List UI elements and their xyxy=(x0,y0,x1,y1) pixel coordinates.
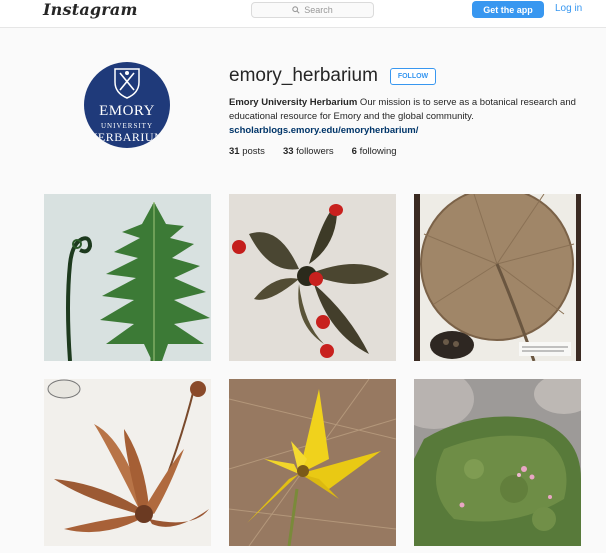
shield-crest-icon xyxy=(114,68,140,99)
pitcher-plant-specimen-photo xyxy=(44,379,211,546)
follow-button[interactable]: FOLLOW xyxy=(390,68,436,85)
post-tile-yellow-lily[interactable] xyxy=(229,379,396,546)
instagram-logo[interactable]: Instagram xyxy=(43,0,138,19)
post-tile-seed-pod[interactable] xyxy=(229,194,396,361)
followers-count[interactable]: 33 followers xyxy=(283,146,334,157)
moss-on-rock-photo xyxy=(414,379,581,546)
post-tile-moss-rock[interactable] xyxy=(414,379,581,546)
search-icon xyxy=(292,6,300,14)
seed-pod-red-seeds-photo xyxy=(229,194,396,361)
search-placeholder: Search xyxy=(304,5,333,15)
avatar-text-herbarium: HERBARIUM xyxy=(88,130,166,144)
profile-full-name: Emory University Herbarium xyxy=(229,97,358,108)
avatar-text-university: UNIVERSITY xyxy=(101,122,153,130)
post-tile-pitcher-plant[interactable] xyxy=(44,379,211,546)
avatar-text-emory: EMORY xyxy=(99,103,155,119)
profile-username: emory_herbarium xyxy=(229,65,378,86)
profile-bio: Emory University Herbarium Our mission i… xyxy=(229,96,579,138)
post-tile-fern[interactable] xyxy=(44,194,211,361)
get-the-app-button[interactable]: Get the app xyxy=(472,1,544,18)
following-count[interactable]: 6 following xyxy=(352,146,397,157)
login-link[interactable]: Log in xyxy=(555,3,582,14)
website-link[interactable]: scholarblogs.emory.edu/emoryherbarium/ xyxy=(229,124,579,138)
yellow-trout-lily-photo xyxy=(229,379,396,546)
profile-avatar: EMORY UNIVERSITY HERBARIUM xyxy=(84,62,170,148)
top-navigation-bar: Instagram Search Get the app Log in xyxy=(0,0,606,28)
lotus-leaf-specimen-photo xyxy=(414,194,581,361)
profile-stats: 31 posts 33 followers 6 following xyxy=(229,146,415,157)
fern-frond-photo xyxy=(44,194,211,361)
posts-count: 31 posts xyxy=(229,146,265,157)
post-tile-lotus-leaf[interactable] xyxy=(414,194,581,361)
search-input[interactable]: Search xyxy=(251,2,374,18)
